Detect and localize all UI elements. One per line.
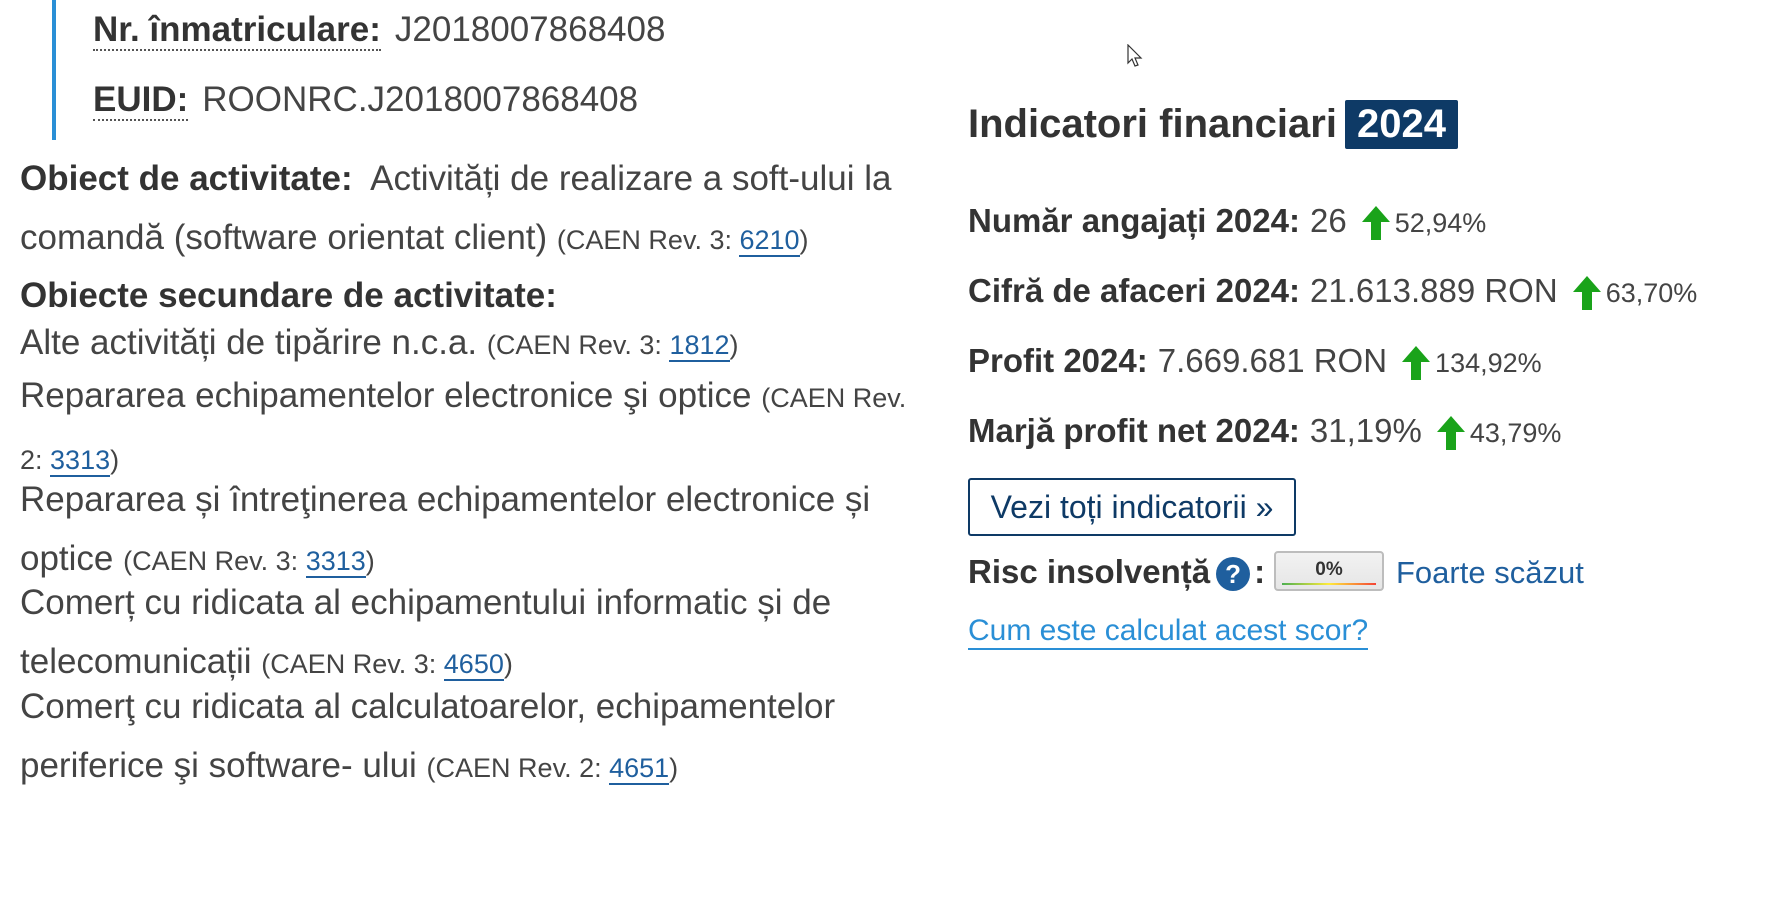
indicator-profit: Profit 2024: 7.669.681 RON 134,92%	[968, 342, 1542, 381]
secondary-activity-item: Comerț cu ridicata al echipamentului inf…	[20, 573, 910, 694]
main-activity: Obiect de activitate: Activități de real…	[20, 149, 910, 270]
up-arrow-icon	[1572, 276, 1601, 311]
indicator-change: 52,94%	[1394, 208, 1487, 238]
insolvency-risk-gauge: 0%	[1274, 551, 1384, 591]
caen-prefix: (CAEN Rev. 3:	[556, 225, 740, 255]
indicator-label: Marjă profit net 2024:	[968, 412, 1300, 449]
up-arrow-icon	[1361, 206, 1390, 241]
indicator-change: 134,92%	[1435, 348, 1542, 378]
indicator-value: 26	[1309, 202, 1347, 239]
risk-level-text: Foarte scăzut	[1396, 555, 1584, 590]
up-arrow-icon	[1402, 346, 1431, 381]
activity-text: Alte activități de tipărire n.c.a.	[20, 323, 478, 362]
indicator-label: Profit 2024:	[968, 342, 1148, 379]
risk-value: 0%	[1315, 559, 1343, 580]
activity-caen: (CAEN Rev. 2: 4651)	[426, 753, 679, 785]
secondary-activities-title: Obiecte secundare de activitate:	[20, 276, 557, 315]
caen-prefix: (CAEN Rev. 3:	[123, 546, 306, 576]
indicator-label: Cifră de afaceri 2024:	[968, 272, 1301, 309]
up-arrow-icon	[1436, 416, 1465, 451]
caen-link-4651[interactable]: 4651	[609, 753, 670, 785]
activity-text: Repararea echipamentelor electronice şi …	[20, 376, 752, 415]
indicator-turnover: Cifră de afaceri 2024: 21.613.889 RON 63,7…	[968, 272, 1697, 311]
indicator-value: 21.613.889 RON	[1310, 272, 1558, 309]
euid-row: EUID: ROONRC.J2018007868408	[93, 80, 639, 121]
caen-close: )	[799, 225, 809, 255]
view-all-indicators-button[interactable]: Vezi toți indicatorii »	[968, 478, 1296, 536]
indicator-value: 7.669.681 RON	[1157, 342, 1388, 379]
indicator-change: 63,70%	[1605, 278, 1698, 308]
indicator-label: Număr angajați 2024:	[968, 202, 1300, 239]
indicator-change: 43,79%	[1469, 418, 1562, 448]
year-badge: 2024	[1344, 100, 1458, 149]
risk-colon: :	[1254, 553, 1266, 590]
caen-close: )	[729, 330, 739, 360]
caen-prefix: (CAEN Rev. 3:	[486, 330, 670, 360]
mouse-cursor-icon	[1127, 44, 1143, 67]
secondary-activity-item: Comerţ cu ridicata al calculatoarelor, e…	[20, 677, 910, 798]
caen-prefix: (CAEN Rev. 3:	[261, 649, 444, 679]
risk-gauge-bar	[1282, 583, 1376, 585]
caen-link-1812[interactable]: 1812	[669, 330, 730, 362]
caen-close: )	[365, 546, 375, 576]
caen-close: )	[669, 753, 679, 783]
activity-caen: (CAEN Rev. 3: 1812)	[487, 330, 739, 362]
registration-number-value: J2018007868408	[394, 10, 666, 49]
caen-link-6210[interactable]: 6210	[739, 225, 800, 257]
euid-label[interactable]: EUID:	[93, 80, 189, 121]
insolvency-risk-row: Risc insolvență?: 0% Foarte scăzut	[968, 551, 1584, 592]
main-activity-label: Obiect de activitate:	[20, 159, 353, 198]
registration-number-label[interactable]: Nr. înmatriculare:	[93, 10, 381, 51]
caen-prefix: (CAEN Rev. 2:	[426, 753, 610, 783]
indicator-value: 31,19%	[1309, 412, 1422, 449]
score-calculation-link[interactable]: Cum este calculat acest scor?	[968, 614, 1369, 650]
indicator-net-margin: Marjă profit net 2024: 31,19% 43,79%	[968, 412, 1561, 451]
registration-number-row: Nr. înmatriculare: J2018007868408	[93, 10, 666, 51]
financial-title-text: Indicatori financiari	[968, 102, 1337, 146]
registration-block: Nr. înmatriculare: J2018007868408 EUID: RO…	[52, 0, 756, 140]
main-activity-caen: (CAEN Rev. 3: 6210)	[557, 225, 809, 257]
caen-close: )	[503, 649, 513, 679]
help-icon[interactable]: ?	[1216, 557, 1251, 592]
euid-value: ROONRC.J2018007868408	[202, 80, 639, 119]
indicator-employees: Număr angajați 2024: 26 52,94%	[968, 202, 1486, 241]
insolvency-risk-label: Risc insolvență	[968, 553, 1211, 590]
financial-title: Indicatori financiari 2024	[968, 100, 1458, 149]
